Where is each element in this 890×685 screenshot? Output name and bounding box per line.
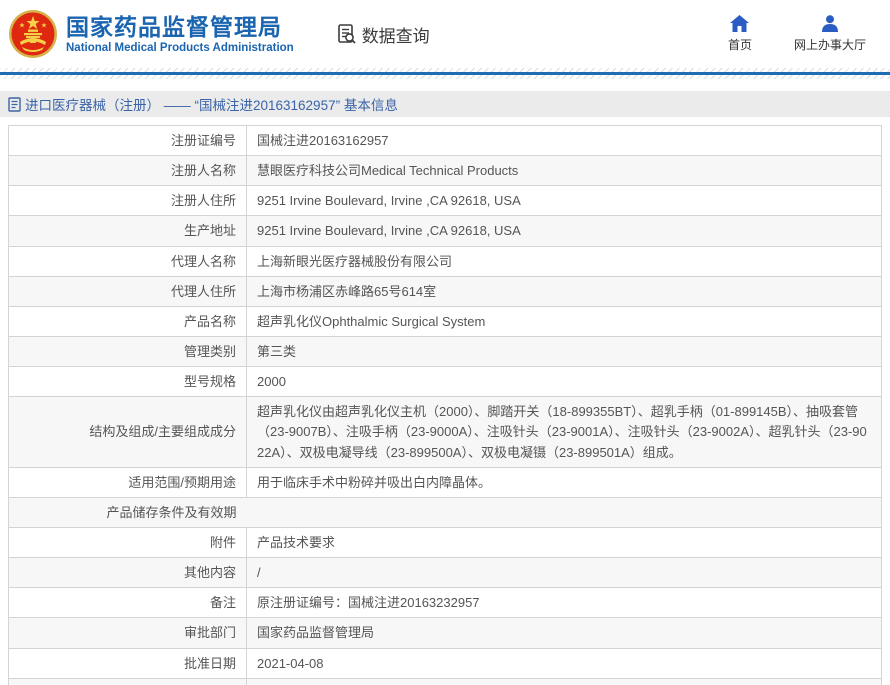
field-label: 生产地址 — [9, 216, 247, 246]
field-label: 代理人住所 — [9, 276, 247, 306]
field-label: 代理人名称 — [9, 246, 247, 276]
field-label-text: 代理人名称 — [171, 254, 236, 269]
table-row: 注册人住所 9251 Irvine Boulevard, Irvine ,CA … — [9, 186, 882, 216]
table-row: 代理人住所 上海市杨浦区赤峰路65号614室 — [9, 276, 882, 306]
field-label: 审批部门 — [9, 618, 247, 648]
field-label-text: 型号规格 — [184, 374, 236, 389]
header: 国家药品监督管理局 National Medical Products Admi… — [0, 0, 890, 68]
field-value: 2026-04-07 — [247, 678, 882, 685]
field-value: 产品技术要求 — [247, 527, 882, 557]
national-emblem-logo — [8, 9, 58, 59]
field-label: 管理类别 — [9, 336, 247, 366]
nav-service-hall-label: 网上办事大厅 — [794, 36, 866, 53]
field-value: 国械注进20163162957 — [247, 126, 882, 156]
field-value: 原注册证编号：国械注进20163232957 — [247, 588, 882, 618]
field-value: 9251 Irvine Boulevard, Irvine ,CA 92618,… — [247, 216, 882, 246]
field-label: 附件 — [9, 527, 247, 557]
breadcrumb-link[interactable]: 进口医疗器械（注册） —— “国械注进20163162957” 基本信息 — [25, 94, 398, 114]
nav-home-label: 首页 — [728, 36, 752, 53]
field-label: 型号规格 — [9, 367, 247, 397]
table-row: 代理人名称 上海新眼光医疗器械股份有限公司 — [9, 246, 882, 276]
breadcrumb: 进口医疗器械（注册） —— “国械注进20163162957” 基本信息 — [0, 91, 890, 117]
field-label: 注册人名称 — [9, 156, 247, 186]
field-value: 国家药品监督管理局 — [247, 618, 882, 648]
field-label-text: 批准日期 — [184, 656, 236, 671]
field-value: 上海市杨浦区赤峰路65号614室 — [247, 276, 882, 306]
field-label: 有效期至 — [9, 678, 247, 685]
table-row: 审批部门 国家药品监督管理局 — [9, 618, 882, 648]
table-row: 型号规格 2000 — [9, 367, 882, 397]
nav-data-query-label: 数据查询 — [362, 22, 430, 47]
user-icon — [821, 15, 839, 32]
table-row: 注册人名称 慧眼医疗科技公司Medical Technical Products — [9, 156, 882, 186]
field-label-text: 注册人住所 — [171, 193, 236, 208]
field-label: 注册证编号 — [9, 126, 247, 156]
table-row: 备注 原注册证编号：国械注进20163232957 — [9, 588, 882, 618]
field-label-text: 管理类别 — [184, 344, 236, 359]
field-value: 超声乳化仪Ophthalmic Surgical System — [247, 306, 882, 336]
field-label-text: 生产地址 — [184, 223, 236, 238]
field-label-text: 适用范围/预期用途 — [128, 475, 236, 490]
field-label: 注册人住所 — [9, 186, 247, 216]
nav-home[interactable]: 首页 — [728, 15, 752, 53]
field-value: 慧眼医疗科技公司Medical Technical Products — [247, 156, 882, 186]
field-label-text: 审批部门 — [184, 625, 236, 640]
home-icon — [730, 15, 749, 32]
field-label: 产品储存条件及有效期 — [9, 497, 247, 527]
table-row: 适用范围/预期用途 用于临床手术中粉碎并吸出白内障晶体。 — [9, 467, 882, 497]
field-label: 适用范围/预期用途 — [9, 467, 247, 497]
registration-info-table-wrap: 注册证编号 国械注进20163162957 注册人名称 慧眼医疗科技公司Medi… — [8, 125, 882, 685]
field-label-text: 备注 — [210, 595, 236, 610]
table-row: 管理类别 第三类 — [9, 336, 882, 366]
field-value: 上海新眼光医疗器械股份有限公司 — [247, 246, 882, 276]
field-value: 用于临床手术中粉碎并吸出白内障晶体。 — [247, 467, 882, 497]
header-hatch-bottom — [0, 75, 890, 79]
table-row: 注册证编号 国械注进20163162957 — [9, 126, 882, 156]
table-row: 结构及组成/主要组成成分 超声乳化仪由超声乳化仪主机（2000）、脚踏开关（18… — [9, 397, 882, 467]
table-row: 批准日期 2021-04-08 — [9, 648, 882, 678]
site-title: 国家药品监督管理局 — [66, 14, 294, 40]
table-row: 附件 产品技术要求 — [9, 527, 882, 557]
field-label-text: 产品储存条件及有效期 — [106, 505, 236, 520]
nav-data-query[interactable]: 数据查询 — [336, 22, 430, 47]
field-label-text: 注册人名称 — [171, 163, 236, 178]
field-label: 其他内容 — [9, 558, 247, 588]
table-row: 生产地址 9251 Irvine Boulevard, Irvine ,CA 9… — [9, 216, 882, 246]
field-label-text: 其他内容 — [184, 565, 236, 580]
site-subtitle: National Medical Products Administration — [66, 42, 294, 54]
field-value: / — [247, 558, 882, 588]
field-label: 批准日期 — [9, 648, 247, 678]
field-label-text: 产品名称 — [184, 314, 236, 329]
nav-service-hall[interactable]: 网上办事大厅 — [794, 15, 866, 53]
field-value — [247, 497, 882, 527]
field-value: 9251 Irvine Boulevard, Irvine ,CA 92618,… — [247, 186, 882, 216]
field-label-text: 注册证编号 — [171, 133, 236, 148]
field-label: 备注 — [9, 588, 247, 618]
field-label: 结构及组成/主要组成成分 — [9, 397, 247, 467]
table-row: 产品储存条件及有效期 — [9, 497, 882, 527]
table-row: 有效期至 2026-04-07 — [9, 678, 882, 685]
field-value: 超声乳化仪由超声乳化仪主机（2000）、脚踏开关（18-899355BT）、超乳… — [247, 397, 882, 467]
field-label: 产品名称 — [9, 306, 247, 336]
field-label-text: 结构及组成/主要组成成分 — [89, 424, 236, 439]
field-value: 2021-04-08 — [247, 648, 882, 678]
site-title-block: 国家药品监督管理局 National Medical Products Admi… — [66, 14, 294, 54]
field-label-text: 附件 — [210, 535, 236, 550]
field-value: 2000 — [247, 367, 882, 397]
field-value: 第三类 — [247, 336, 882, 366]
table-row: 产品名称 超声乳化仪Ophthalmic Surgical System — [9, 306, 882, 336]
page-icon — [8, 97, 21, 112]
document-search-icon — [336, 23, 358, 45]
field-label-text: 代理人住所 — [171, 284, 236, 299]
registration-info-table: 注册证编号 国械注进20163162957 注册人名称 慧眼医疗科技公司Medi… — [8, 125, 882, 685]
info-table-body: 注册证编号 国械注进20163162957 注册人名称 慧眼医疗科技公司Medi… — [9, 126, 882, 685]
table-row: 其他内容 / — [9, 558, 882, 588]
